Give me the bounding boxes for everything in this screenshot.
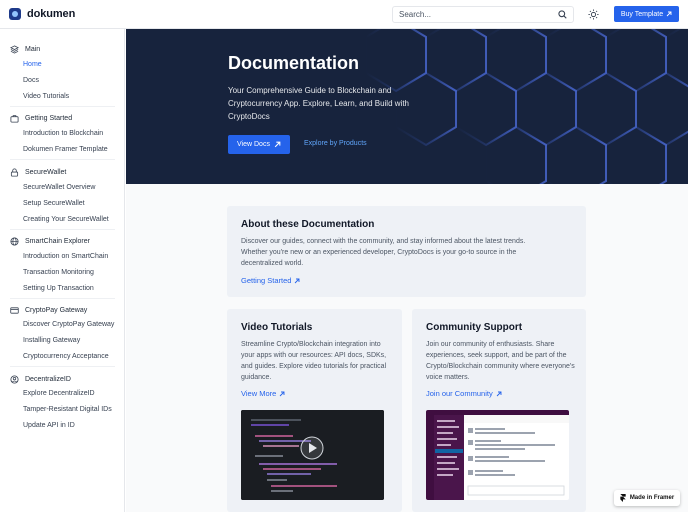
framer-logo-icon: [620, 494, 626, 502]
sidebar-section-securewallet: SecureWallet: [10, 167, 66, 178]
about-text: Discover our guides, connect with the co…: [241, 238, 526, 267]
about-card: About these Documentation Discover our g…: [227, 206, 586, 297]
logo[interactable]: dokumen: [9, 8, 75, 20]
community-screenshot[interactable]: [426, 410, 569, 500]
sidebar-section-title: SmartChain Explorer: [25, 238, 90, 245]
sidebar-section-main: Main: [10, 44, 40, 55]
sidebar-item-introduction-to-blockchain[interactable]: Introduction to Blockchain: [23, 130, 103, 137]
sidebar-item-setting-up-transaction[interactable]: Setting Up Transaction: [23, 285, 94, 292]
divider: [10, 298, 115, 299]
search-input[interactable]: [399, 10, 558, 19]
join-community-label: Join our Community: [426, 389, 493, 398]
arrow-up-right-icon: [496, 391, 502, 396]
sidebar-item-cryptocurrency-acceptance[interactable]: Cryptocurrency Acceptance: [23, 353, 109, 360]
sidebar-section-decentralizeid: DecentralizeID: [10, 374, 71, 385]
sidebar-item-explore-decentralizeid[interactable]: Explore DecentralizeID: [23, 390, 95, 397]
chat-app-screenshot-graphic: [426, 410, 569, 500]
search-icon[interactable]: [558, 10, 567, 19]
sidebar-section-smartchain-explorer: SmartChain Explorer: [10, 236, 90, 247]
layers-icon: [10, 45, 19, 54]
arrow-up-right-icon: [295, 278, 300, 283]
video-thumbnail[interactable]: [241, 410, 384, 500]
globe-icon: [10, 237, 19, 246]
lock-icon: [10, 168, 19, 177]
sidebar-section-title: CryptoPay Gateway: [25, 307, 88, 314]
divider: [10, 106, 115, 107]
sidebar-item-discover-cryptopay-gateway[interactable]: Discover CryptoPay Gateway: [23, 321, 114, 328]
view-more-label: View More: [241, 389, 277, 398]
divider: [10, 366, 115, 367]
code-screenshot-graphic: [241, 410, 384, 500]
arrow-up-right-icon: [666, 11, 672, 17]
sidebar-section-cryptopay-gateway: CryptoPay Gateway: [10, 305, 87, 316]
made-in-framer-badge[interactable]: Made in Framer: [614, 490, 680, 506]
user-circle-icon: [10, 375, 19, 384]
sidebar-section-title: DecentralizeID: [25, 376, 71, 383]
logo-icon: [9, 8, 21, 20]
search-box[interactable]: [392, 6, 574, 23]
sidebar-item-setup-securewallet[interactable]: Setup SecureWallet: [23, 200, 85, 207]
buy-template-label: Buy Template: [620, 10, 664, 18]
sidebar-item-home[interactable]: Home: [23, 61, 42, 68]
video-tutorials-title: Video Tutorials: [241, 322, 313, 333]
community-support-text: Join our community of enthusiasts. Share…: [426, 341, 575, 381]
arrow-up-right-icon: [279, 391, 285, 396]
hero-subtitle: Your Comprehensive Guide to Blockchain a…: [228, 86, 409, 121]
sidebar-section-getting-started: Getting Started: [10, 113, 72, 124]
view-docs-label: View Docs: [237, 141, 270, 148]
sidebar-item-installing-gateway[interactable]: Installing Gateway: [23, 337, 80, 344]
sidebar-item-video-tutorials[interactable]: Video Tutorials: [23, 93, 69, 100]
made-in-framer-label: Made in Framer: [629, 495, 675, 501]
sidebar-item-docs[interactable]: Docs: [23, 77, 39, 84]
sidebar-section-title: SecureWallet: [25, 169, 67, 176]
getting-started-link[interactable]: Getting Started: [241, 276, 300, 285]
buy-template-button[interactable]: Buy Template: [614, 6, 679, 22]
about-title: About these Documentation: [241, 219, 375, 230]
community-support-title: Community Support: [426, 322, 523, 333]
sidebar-section-title: Getting Started: [25, 115, 73, 122]
brand-name: dokumen: [27, 8, 76, 20]
main-content: About these Documentation Discover our g…: [126, 184, 688, 512]
hero-banner: Documentation Your Comprehensive Guide t…: [126, 29, 688, 184]
sidebar-item-securewallet-overview[interactable]: SecureWallet Overview: [23, 184, 96, 191]
page-title: Documentation: [228, 53, 360, 73]
video-tutorials-card: Video Tutorials Streamline Crypto/Blockc…: [227, 309, 402, 512]
sidebar-section-title: Main: [25, 46, 41, 53]
divider: [10, 159, 115, 160]
view-more-link[interactable]: View More: [241, 389, 285, 398]
explore-by-products-link[interactable]: Explore by Products: [304, 140, 367, 147]
sidebar-item-tamper-resistant-digital-ids[interactable]: Tamper-Resistant Digital IDs: [23, 406, 112, 413]
join-community-link[interactable]: Join our Community: [426, 389, 502, 398]
sidebar-item-dokumen-framer-template[interactable]: Dokumen Framer Template: [23, 146, 108, 153]
sidebar-item-creating-your-securewallet[interactable]: Creating Your SecureWallet: [23, 216, 109, 223]
divider: [10, 229, 115, 230]
view-docs-button[interactable]: View Docs: [228, 135, 290, 154]
sidebar-item-introduction-on-smartchain[interactable]: Introduction on SmartChain: [23, 253, 108, 260]
sidebar: Main Home Docs Video Tutorials Getting S…: [0, 29, 125, 512]
community-support-card: Community Support Join our community of …: [412, 309, 586, 512]
sun-icon: [588, 9, 599, 20]
credit-card-icon: [10, 307, 19, 314]
sidebar-item-transaction-monitoring[interactable]: Transaction Monitoring: [23, 269, 94, 276]
briefcase-icon: [10, 115, 19, 123]
sidebar-item-update-api-in-id[interactable]: Update API in ID: [23, 422, 75, 429]
top-bar: dokumen Buy Template: [0, 0, 688, 29]
getting-started-label: Getting Started: [241, 276, 292, 285]
theme-toggle-button[interactable]: [587, 8, 600, 21]
video-tutorials-text: Streamline Crypto/Blockchain integration…: [241, 341, 387, 381]
arrow-up-right-icon: [274, 141, 281, 148]
